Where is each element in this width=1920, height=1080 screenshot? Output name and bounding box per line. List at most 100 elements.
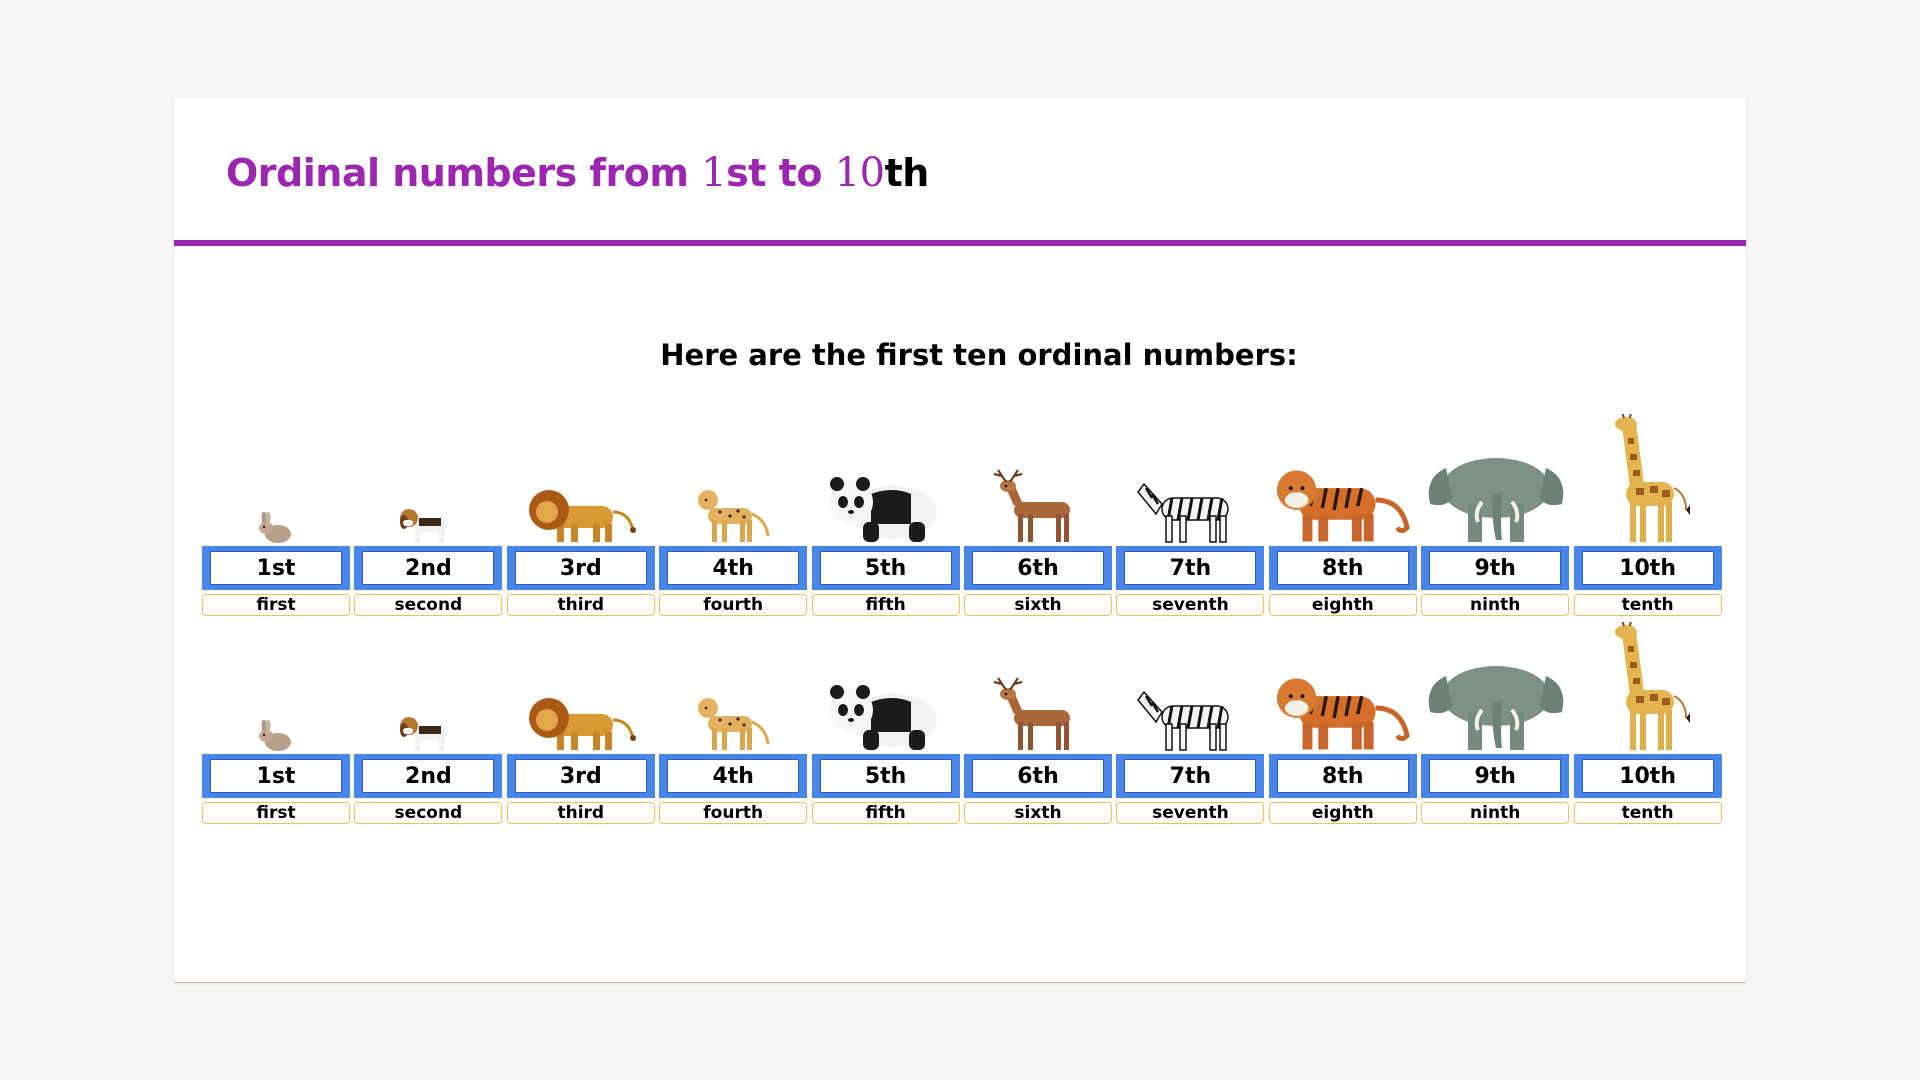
ordinal-word: seventh	[1116, 594, 1265, 616]
ordinal-number-box: 2nd	[354, 546, 503, 590]
ordinal-number-box: 7th	[1116, 754, 1265, 798]
zebra-icon	[1116, 418, 1264, 544]
ordinal-number: 5th	[819, 551, 952, 585]
lion-icon	[507, 626, 655, 752]
ordinal-card-sixth: 6th sixth	[964, 414, 1112, 616]
deer-icon	[964, 626, 1112, 752]
ordinal-number-box: 10th	[1573, 754, 1722, 798]
ordinal-word: first	[202, 594, 350, 616]
ordinal-word: sixth	[964, 802, 1112, 824]
ordinal-number-box: 2nd	[354, 754, 503, 798]
ordinal-number: 10th	[1581, 551, 1714, 585]
ordinal-card-fourth: 4th fourth	[659, 414, 808, 616]
title-number-2: 10	[834, 150, 885, 196]
ordinal-number: 6th	[972, 759, 1104, 793]
ordinal-card-ninth: 9th ninth	[1421, 414, 1570, 616]
ordinal-card-eighth: 8th eighth	[1268, 414, 1417, 616]
ordinal-card-seventh: 7th seventh	[1116, 414, 1265, 616]
ordinal-card-fifth: 5th fifth	[811, 414, 960, 616]
ordinal-word: ninth	[1421, 594, 1570, 616]
subtitle: Here are the first ten ordinal numbers:	[660, 338, 1298, 372]
ordinal-number: 8th	[1276, 551, 1409, 585]
ordinal-word: seventh	[1116, 802, 1265, 824]
ordinal-number-box: 4th	[659, 546, 808, 590]
title-text-3: th	[884, 151, 930, 195]
ordinal-number: 8th	[1276, 759, 1409, 793]
ordinal-number: 3rd	[514, 551, 647, 585]
ordinal-number-box: 9th	[1421, 546, 1570, 590]
ordinal-word: fourth	[659, 802, 808, 824]
ordinal-number-box: 1st	[202, 754, 350, 798]
ordinal-number: 3rd	[514, 759, 647, 793]
ordinal-number-box: 9th	[1421, 754, 1570, 798]
ordinal-card-tenth: 10th tenth	[1573, 622, 1722, 824]
ordinal-word: second	[354, 594, 503, 616]
ordinal-number-box: 3rd	[506, 546, 655, 590]
ordinal-word: first	[202, 802, 350, 824]
ordinal-card-first: 1st first	[202, 414, 350, 616]
rabbit-icon	[202, 626, 350, 752]
ordinal-word: fourth	[659, 594, 808, 616]
ordinal-number: 7th	[1124, 759, 1257, 793]
ordinal-number-box: 4th	[659, 754, 808, 798]
ordinal-card-fifth: 5th fifth	[811, 622, 960, 824]
ordinal-word: eighth	[1268, 594, 1417, 616]
ordinal-card-third: 3rd third	[506, 414, 655, 616]
ordinal-number: 6th	[972, 551, 1104, 585]
cheetah-icon	[659, 418, 807, 544]
ordinal-card-second: 2nd second	[354, 414, 503, 616]
ordinal-card-second: 2nd second	[354, 622, 503, 824]
ordinal-number: 10th	[1581, 759, 1714, 793]
ordinal-number: 1st	[210, 759, 342, 793]
ordinal-word: third	[506, 594, 655, 616]
cheetah-icon	[659, 626, 807, 752]
ordinal-number-box: 6th	[964, 546, 1112, 590]
panda-icon	[812, 418, 960, 544]
slide-title: Ordinal numbers from 1st to 10th	[226, 150, 929, 196]
ordinal-card-seventh: 7th seventh	[1116, 622, 1265, 824]
ordinal-strip-1: 1st first 2nd second 3rd third 4th fourth 5th fif…	[202, 414, 1722, 616]
ordinal-word: fifth	[811, 594, 960, 616]
ordinal-number: 4th	[667, 759, 800, 793]
ordinal-number-box: 8th	[1268, 546, 1417, 590]
ordinal-word: sixth	[964, 594, 1112, 616]
ordinal-number-box: 7th	[1116, 546, 1265, 590]
ordinal-card-fourth: 4th fourth	[659, 622, 808, 824]
ordinal-number: 1st	[210, 551, 342, 585]
ordinal-number-box: 8th	[1268, 754, 1417, 798]
zebra-icon	[1116, 626, 1264, 752]
ordinal-number: 9th	[1429, 759, 1562, 793]
giraffe-icon	[1574, 622, 1722, 752]
beagle-icon	[354, 626, 502, 752]
ordinal-card-tenth: 10th tenth	[1573, 414, 1722, 616]
ordinal-card-first: 1st first	[202, 622, 350, 824]
title-text-2: st to	[726, 151, 835, 195]
ordinal-number-box: 5th	[811, 754, 960, 798]
ordinal-number-box: 3rd	[506, 754, 655, 798]
ordinal-word: third	[506, 802, 655, 824]
rabbit-icon	[202, 418, 350, 544]
title-number-1: 1	[701, 150, 727, 196]
ordinal-number: 7th	[1124, 551, 1257, 585]
tiger-icon	[1269, 626, 1417, 752]
ordinal-word: tenth	[1573, 594, 1722, 616]
ordinal-number: 9th	[1429, 551, 1562, 585]
deer-icon	[964, 418, 1112, 544]
elephant-icon	[1421, 418, 1569, 544]
ordinal-strip-2: 1st first 2nd second 3rd third 4th fourth 5th fif…	[202, 622, 1722, 824]
ordinal-word: eighth	[1268, 802, 1417, 824]
tiger-icon	[1269, 418, 1417, 544]
ordinal-number-box: 6th	[964, 754, 1112, 798]
title-text-1: Ordinal numbers from	[226, 151, 702, 195]
lion-icon	[507, 418, 655, 544]
ordinal-number: 2nd	[362, 551, 495, 585]
ordinal-card-ninth: 9th ninth	[1421, 622, 1570, 824]
ordinal-word: ninth	[1421, 802, 1570, 824]
ordinal-card-eighth: 8th eighth	[1268, 622, 1417, 824]
giraffe-icon	[1574, 414, 1722, 544]
elephant-icon	[1421, 626, 1569, 752]
ordinal-word: second	[354, 802, 503, 824]
beagle-icon	[354, 418, 502, 544]
ordinal-card-third: 3rd third	[506, 622, 655, 824]
ordinal-number-box: 10th	[1573, 546, 1722, 590]
